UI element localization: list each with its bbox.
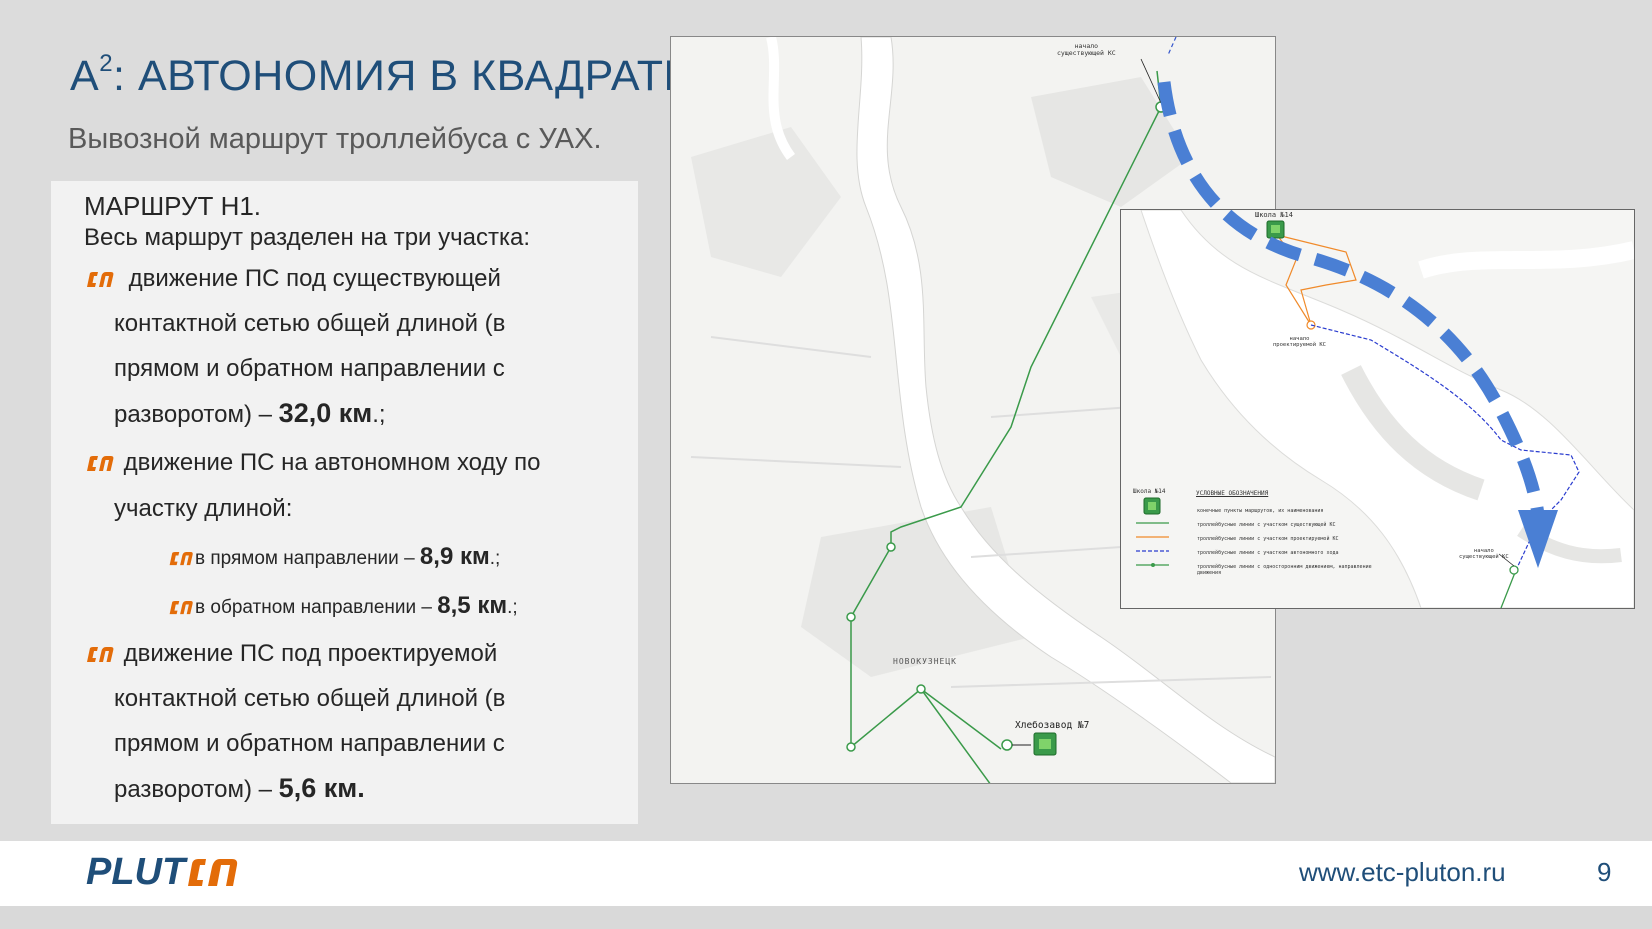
- footer-shadow: [0, 906, 1652, 929]
- logo-text-blue: PLUT: [86, 851, 188, 893]
- autonomous-arrow-overlay: [1157, 81, 1558, 568]
- website-url[interactable]: www.etc-pluton.ru: [1299, 857, 1506, 888]
- page-number: 9: [1597, 857, 1612, 887]
- pluton-logo-icon: PLUT: [86, 851, 238, 893]
- pluton-logo: PLUT: [86, 850, 246, 899]
- autonomous-direction-arrow: [1157, 81, 1545, 516]
